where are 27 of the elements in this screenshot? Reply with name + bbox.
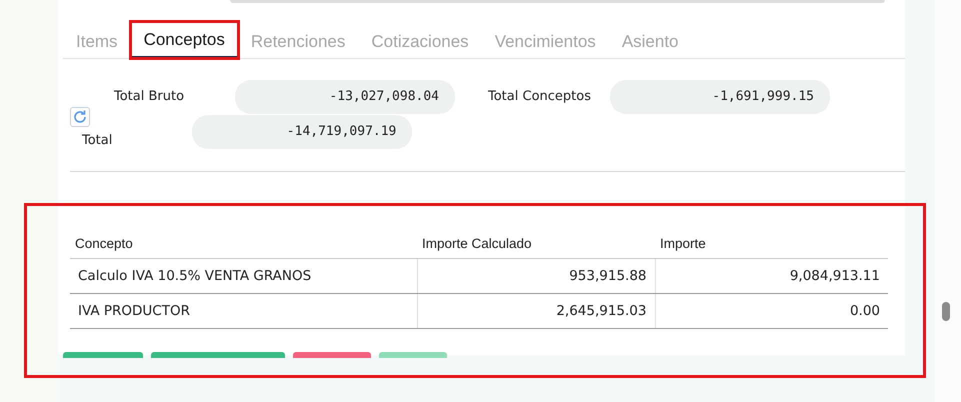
value-field: -14,719,097.19 bbox=[192, 115, 412, 149]
tab[interactable]: Conceptos bbox=[130, 22, 238, 58]
tab[interactable]: Cotizaciones bbox=[358, 32, 482, 58]
table-cell: Calculo IVA 10.5% VENTA GRANOS bbox=[70, 258, 417, 294]
tab[interactable]: Asiento bbox=[608, 32, 692, 58]
tab[interactable]: Retenciones bbox=[238, 32, 358, 58]
scrollbar-thumb[interactable] bbox=[942, 302, 950, 321]
table-cell: 0.00 bbox=[655, 294, 888, 329]
button[interactable] bbox=[379, 352, 447, 358]
table-cell: 2,645,915.03 bbox=[417, 294, 655, 329]
tab[interactable]: Vencimientos bbox=[482, 32, 609, 58]
column-header: Importe Calculado bbox=[417, 230, 655, 258]
table-cell: 953,915.88 bbox=[417, 258, 655, 294]
column-header: Concepto bbox=[70, 230, 417, 258]
button[interactable] bbox=[63, 352, 143, 358]
field-label: Total Bruto bbox=[114, 88, 186, 106]
refresh-button[interactable] bbox=[70, 107, 90, 127]
field-label: Total Conceptos bbox=[488, 88, 592, 106]
column-header: Importe bbox=[655, 230, 888, 258]
value-field: -1,691,999.15 bbox=[610, 80, 830, 114]
button[interactable] bbox=[293, 352, 371, 358]
button[interactable] bbox=[151, 352, 285, 358]
field-label: Total bbox=[82, 132, 112, 150]
table-cell: 9,084,913.11 bbox=[655, 258, 888, 294]
value-field: -13,027,098.04 bbox=[235, 80, 455, 114]
tab[interactable]: Items bbox=[63, 32, 131, 58]
table-cell: IVA PRODUCTOR bbox=[70, 294, 417, 329]
